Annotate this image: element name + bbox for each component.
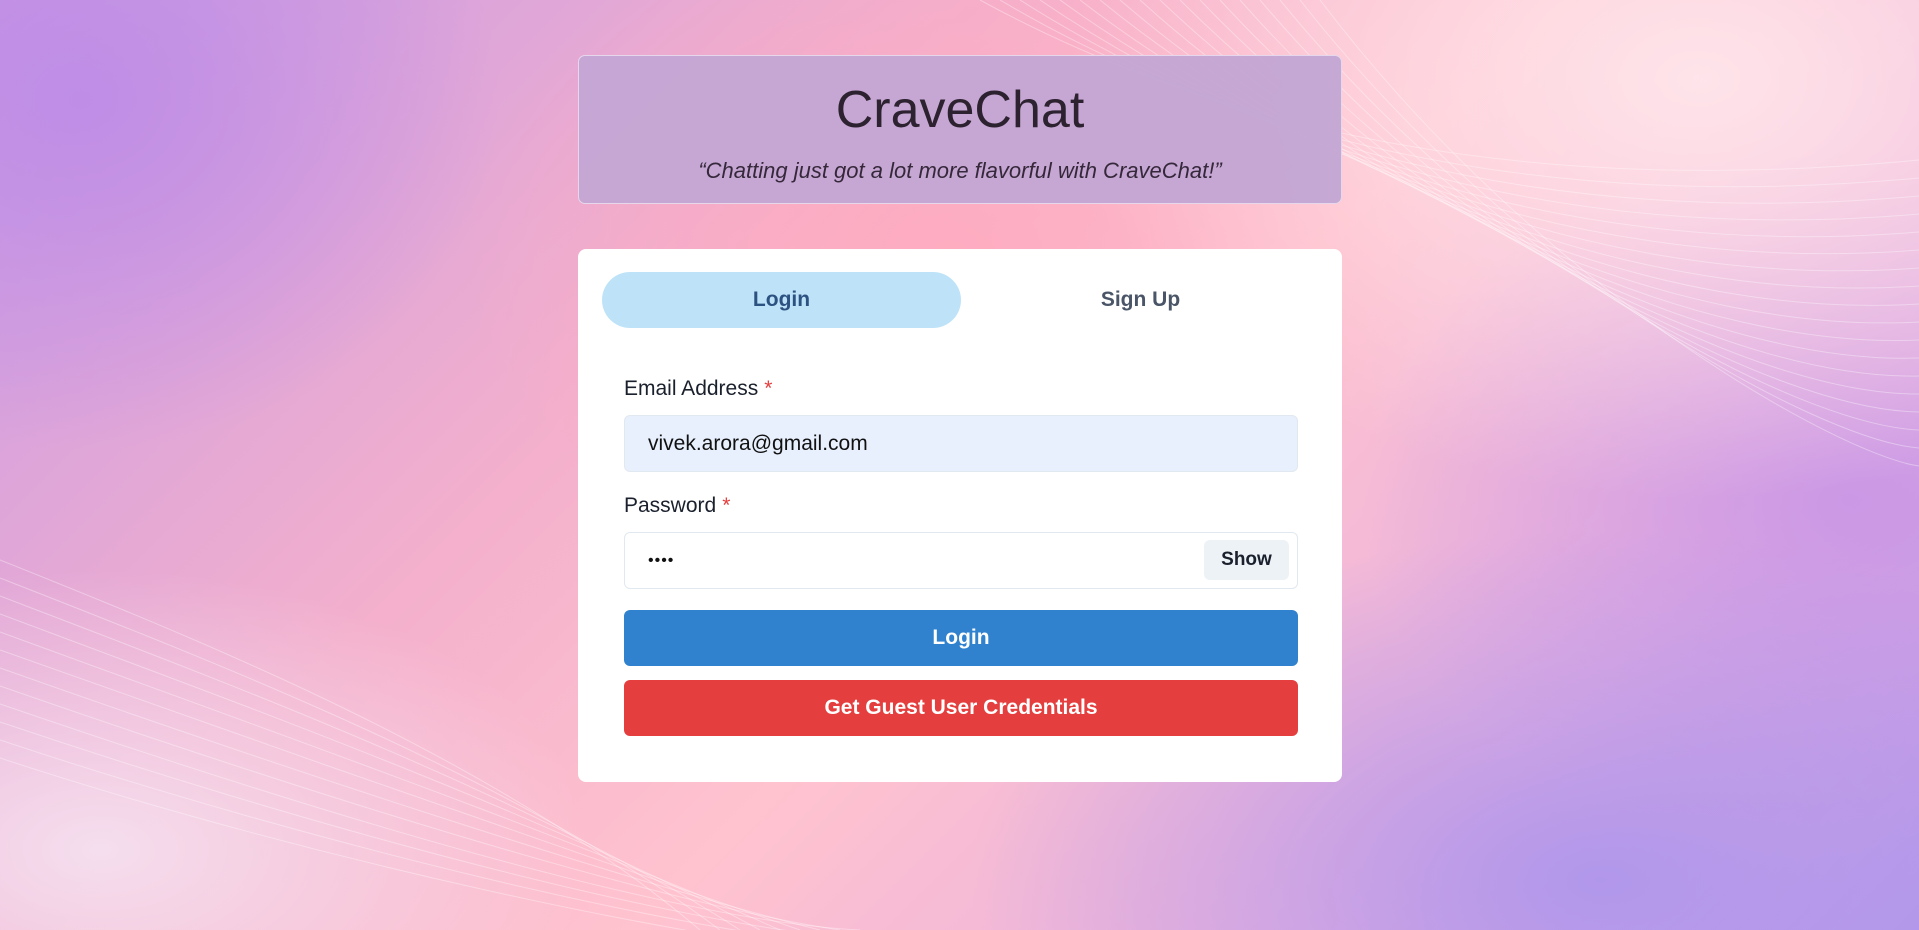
email-label: Email Address *: [624, 374, 1298, 404]
auth-tabs: Login Sign Up: [602, 272, 1320, 328]
tab-sign-up[interactable]: Sign Up: [961, 272, 1320, 328]
guest-credentials-button[interactable]: Get Guest User Credentials: [624, 680, 1298, 736]
required-indicator: *: [764, 377, 773, 400]
app-header-card: CraveChat “Chatting just got a lot more …: [578, 55, 1342, 204]
email-label-text: Email Address: [624, 377, 759, 400]
tab-login[interactable]: Login: [602, 272, 961, 328]
email-field[interactable]: vivek.arora@gmail.com: [624, 415, 1298, 472]
app-tagline: “Chatting just got a lot more flavorful …: [698, 158, 1222, 183]
password-field-value: ••••: [648, 551, 675, 569]
show-password-button[interactable]: Show: [1204, 540, 1289, 580]
login-button[interactable]: Login: [624, 610, 1298, 666]
password-label-text: Password: [624, 494, 717, 517]
app-title: CraveChat: [835, 81, 1085, 139]
email-field-value: vivek.arora@gmail.com: [648, 431, 868, 455]
password-field[interactable]: •••• Show: [624, 532, 1298, 589]
password-label: Password *: [624, 491, 1298, 521]
required-indicator: *: [722, 494, 731, 517]
auth-card: Login Sign Up Email Address * vivek.arora…: [578, 249, 1342, 782]
login-form: Email Address * vivek.arora@gmail.com Pas…: [624, 374, 1298, 736]
